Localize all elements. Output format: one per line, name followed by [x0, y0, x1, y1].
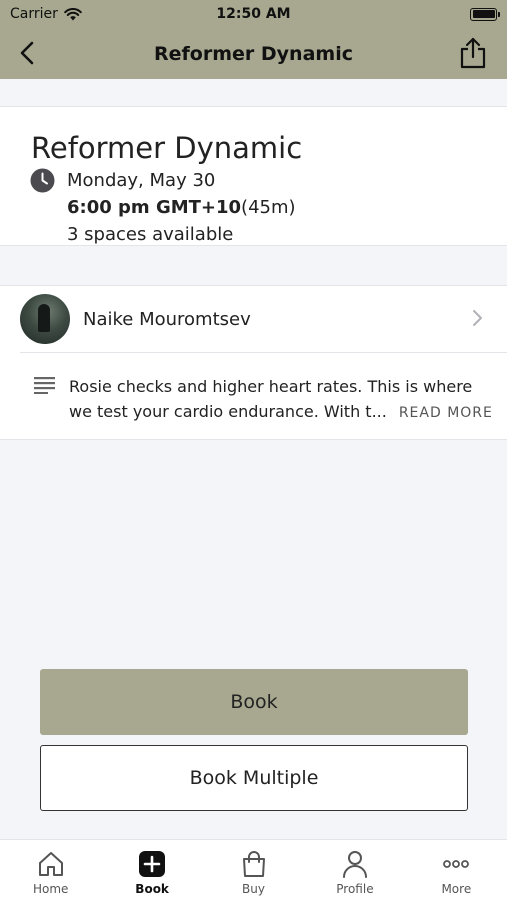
instructor-name: Naike Mouromtsev — [83, 309, 251, 330]
description-line-2: we test your cardio endurance. With t... — [69, 402, 387, 421]
class-time-row: 6:00 pm GMT+10(45m) — [67, 197, 296, 218]
tab-label: More — [441, 882, 472, 896]
share-icon — [460, 37, 486, 69]
tab-buy[interactable]: Buy — [203, 840, 304, 900]
tab-home[interactable]: Home — [0, 840, 101, 900]
description-line-2-row: we test your cardio endurance. With t...… — [69, 399, 492, 426]
share-button[interactable] — [457, 35, 489, 71]
status-left: Carrier — [10, 6, 82, 22]
book-button[interactable]: Book — [40, 669, 468, 735]
carrier-label: Carrier — [10, 6, 58, 22]
battery-icon — [470, 7, 500, 21]
nav-bar: Reformer Dynamic — [0, 28, 507, 79]
chevron-left-icon — [20, 41, 34, 65]
tab-profile[interactable]: Profile — [304, 840, 405, 900]
class-date: Monday, May 30 — [67, 170, 216, 191]
tab-bar: Home Book Buy Profile More — [0, 839, 507, 900]
wifi-icon — [64, 7, 82, 20]
tab-book[interactable]: Book — [101, 840, 202, 900]
back-button[interactable] — [12, 38, 42, 68]
avatar — [20, 294, 70, 344]
instructor-row[interactable]: Naike Mouromtsev — [0, 286, 507, 352]
shopping-bag-icon — [239, 849, 269, 879]
tab-label: Profile — [336, 882, 374, 896]
class-info-card: Reformer Dynamic Monday, May 30 6:00 pm … — [0, 106, 507, 246]
read-more-link[interactable]: READ MORE — [399, 401, 493, 426]
person-icon — [340, 849, 370, 879]
plus-square-icon — [137, 849, 167, 879]
book-multiple-button[interactable]: Book Multiple — [40, 745, 468, 811]
description-line-1: Rosie checks and higher heart rates. Thi… — [69, 377, 473, 396]
chevron-right-icon — [473, 310, 482, 326]
class-time: 6:00 pm GMT+10 — [67, 197, 242, 218]
spaces-available: 3 spaces available — [67, 224, 234, 245]
description-text: Rosie checks and higher heart rates. Thi… — [69, 374, 492, 426]
description-icon — [34, 377, 55, 394]
tab-label: Book — [135, 882, 169, 896]
tab-more[interactable]: More — [406, 840, 507, 900]
details-card: Naike Mouromtsev Rosie checks and higher… — [0, 285, 507, 440]
class-duration: (45m) — [241, 197, 296, 218]
nav-title: Reformer Dynamic — [154, 42, 353, 65]
clock-icon — [30, 168, 55, 193]
home-icon — [36, 849, 66, 879]
more-dots-icon — [441, 849, 471, 879]
tab-label: Buy — [242, 882, 265, 896]
class-title: Reformer Dynamic — [31, 131, 303, 165]
status-bar: Carrier 12:50 AM — [0, 0, 507, 28]
tab-label: Home — [32, 882, 69, 896]
divider — [20, 352, 507, 353]
